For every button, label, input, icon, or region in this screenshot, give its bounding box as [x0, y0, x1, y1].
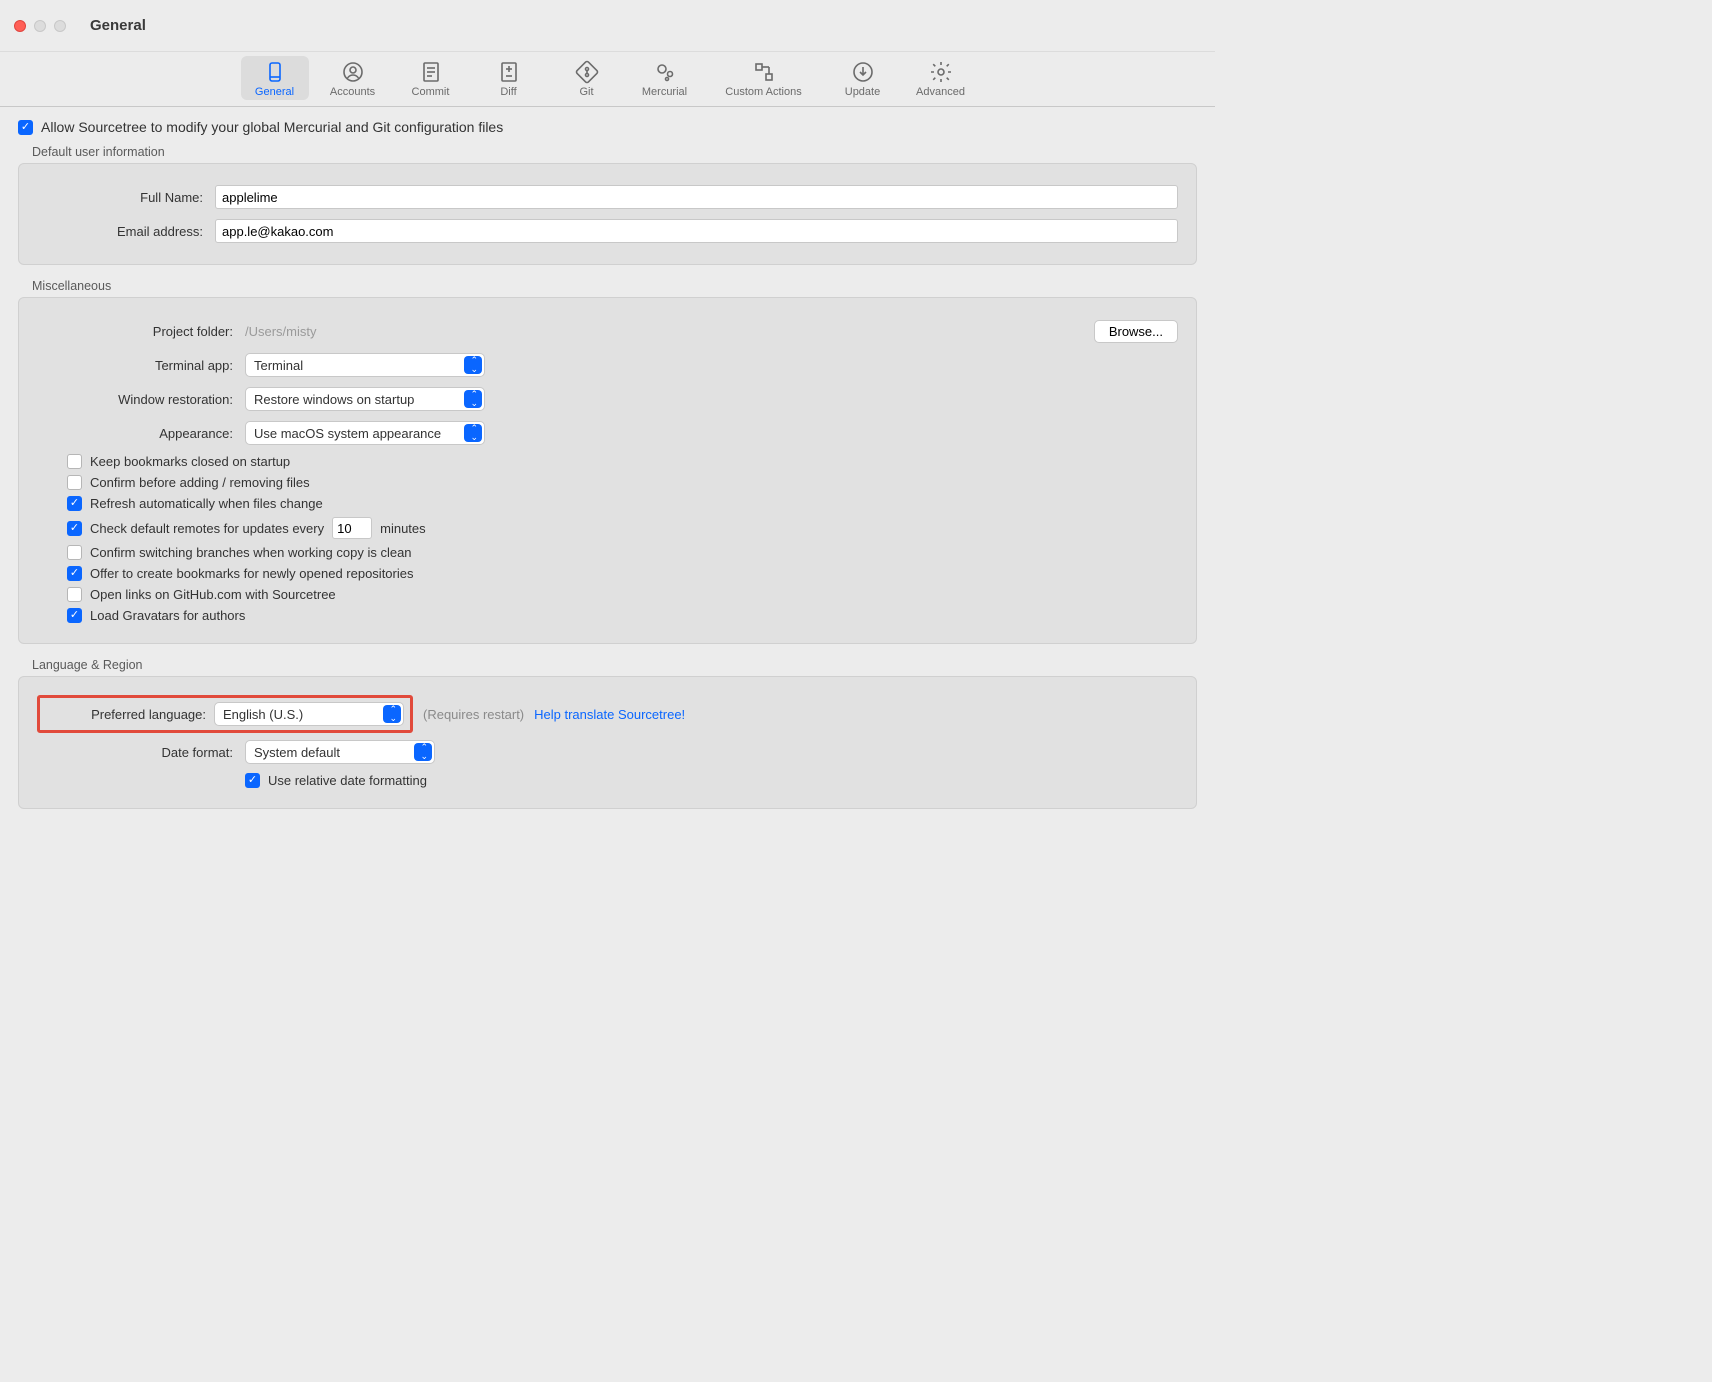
content: Allow Sourcetree to modify your global M… [0, 107, 1215, 843]
gear-icon [929, 60, 953, 84]
chevron-updown-icon: ⌃⌄ [420, 743, 428, 761]
close-window-button[interactable] [14, 20, 26, 32]
offer-bookmarks-label: Offer to create bookmarks for newly open… [90, 566, 413, 581]
group-user-info: Full Name: Email address: [18, 163, 1197, 265]
appearance-label: Appearance: [37, 426, 237, 441]
general-icon [263, 60, 287, 84]
window-restore-value: Restore windows on startup [254, 392, 414, 407]
prefs-toolbar: General Accounts Commit Diff Git Mercuri… [0, 52, 1215, 107]
preferred-language-highlight: Preferred language: English (U.S.) ⌃⌄ [37, 695, 413, 733]
check-remotes-checkbox[interactable] [67, 521, 82, 536]
keep-bookmarks-checkbox[interactable] [67, 454, 82, 469]
tab-label: Custom Actions [725, 86, 801, 98]
date-format-label: Date format: [37, 745, 237, 760]
pref-lang-value: English (U.S.) [223, 707, 303, 722]
check-remotes-post-label: minutes [380, 521, 426, 536]
pref-lang-label: Preferred language: [46, 707, 206, 722]
tab-label: General [255, 86, 294, 98]
confirm-switch-label: Confirm switching branches when working … [90, 545, 412, 560]
chevron-updown-icon: ⌃⌄ [470, 356, 478, 374]
project-folder-value: /Users/misty [245, 324, 317, 339]
window-title: General [90, 17, 146, 34]
load-gravatar-label: Load Gravatars for authors [90, 608, 245, 623]
confirm-addremove-checkbox[interactable] [67, 475, 82, 490]
pref-lang-select[interactable]: English (U.S.) ⌃⌄ [214, 702, 404, 726]
open-github-checkbox[interactable] [67, 587, 82, 602]
group-heading-user-info: Default user information [32, 145, 1197, 159]
tab-accounts[interactable]: Accounts [319, 56, 387, 100]
check-remotes-pre-label: Check default remotes for updates every [90, 521, 324, 536]
appearance-select[interactable]: Use macOS system appearance ⌃⌄ [245, 421, 485, 445]
chevron-updown-icon: ⌃⌄ [470, 390, 478, 408]
custom-actions-icon [752, 60, 776, 84]
load-gravatar-checkbox[interactable] [67, 608, 82, 623]
tab-update[interactable]: Update [829, 56, 897, 100]
date-format-value: System default [254, 745, 340, 760]
tab-label: Update [845, 86, 880, 98]
date-format-select[interactable]: System default ⌃⌄ [245, 740, 435, 764]
window-restore-select[interactable]: Restore windows on startup ⌃⌄ [245, 387, 485, 411]
tab-label: Commit [412, 86, 450, 98]
commit-icon [419, 60, 443, 84]
traffic-lights [14, 20, 66, 32]
chevron-updown-icon: ⌃⌄ [470, 424, 478, 442]
full-name-input[interactable] [215, 185, 1178, 209]
titlebar: General [0, 0, 1215, 52]
appearance-value: Use macOS system appearance [254, 426, 441, 441]
terminal-value: Terminal [254, 358, 303, 373]
tab-label: Git [579, 86, 593, 98]
email-label: Email address: [37, 224, 207, 239]
refresh-auto-label: Refresh automatically when files change [90, 496, 323, 511]
keep-bookmarks-label: Keep bookmarks closed on startup [90, 454, 290, 469]
check-remotes-interval-input[interactable] [332, 517, 372, 539]
confirm-addremove-label: Confirm before adding / removing files [90, 475, 310, 490]
terminal-select[interactable]: Terminal ⌃⌄ [245, 353, 485, 377]
email-input[interactable] [215, 219, 1178, 243]
diff-icon [497, 60, 521, 84]
group-heading-misc: Miscellaneous [32, 279, 1197, 293]
accounts-icon [341, 60, 365, 84]
allow-modify-checkbox[interactable] [18, 120, 33, 135]
git-icon [575, 60, 599, 84]
help-translate-link[interactable]: Help translate Sourcetree! [534, 707, 685, 722]
tab-label: Mercurial [642, 86, 687, 98]
mercurial-icon [653, 60, 677, 84]
chevron-updown-icon: ⌃⌄ [389, 705, 397, 723]
offer-bookmarks-checkbox[interactable] [67, 566, 82, 581]
requires-restart-label: (Requires restart) [423, 707, 524, 722]
browse-button[interactable]: Browse... [1094, 320, 1178, 343]
group-lang: Preferred language: English (U.S.) ⌃⌄ (R… [18, 676, 1197, 809]
group-misc: Project folder: /Users/misty Browse... T… [18, 297, 1197, 644]
tab-mercurial[interactable]: Mercurial [631, 56, 699, 100]
tab-advanced[interactable]: Advanced [907, 56, 975, 100]
relative-date-label: Use relative date formatting [268, 773, 427, 788]
open-github-label: Open links on GitHub.com with Sourcetree [90, 587, 336, 602]
tab-general[interactable]: General [241, 56, 309, 100]
tab-label: Accounts [330, 86, 375, 98]
tab-label: Advanced [916, 86, 965, 98]
minimize-window-button[interactable] [34, 20, 46, 32]
update-icon [851, 60, 875, 84]
tab-diff[interactable]: Diff [475, 56, 543, 100]
window-restore-label: Window restoration: [37, 392, 237, 407]
terminal-label: Terminal app: [37, 358, 237, 373]
tab-commit[interactable]: Commit [397, 56, 465, 100]
project-folder-label: Project folder: [37, 324, 237, 339]
confirm-switch-checkbox[interactable] [67, 545, 82, 560]
refresh-auto-checkbox[interactable] [67, 496, 82, 511]
tab-custom-actions[interactable]: Custom Actions [709, 56, 819, 100]
relative-date-checkbox[interactable] [245, 773, 260, 788]
allow-modify-label: Allow Sourcetree to modify your global M… [41, 119, 503, 135]
group-heading-lang: Language & Region [32, 658, 1197, 672]
tab-label: Diff [500, 86, 516, 98]
full-name-label: Full Name: [37, 190, 207, 205]
maximize-window-button[interactable] [54, 20, 66, 32]
tab-git[interactable]: Git [553, 56, 621, 100]
